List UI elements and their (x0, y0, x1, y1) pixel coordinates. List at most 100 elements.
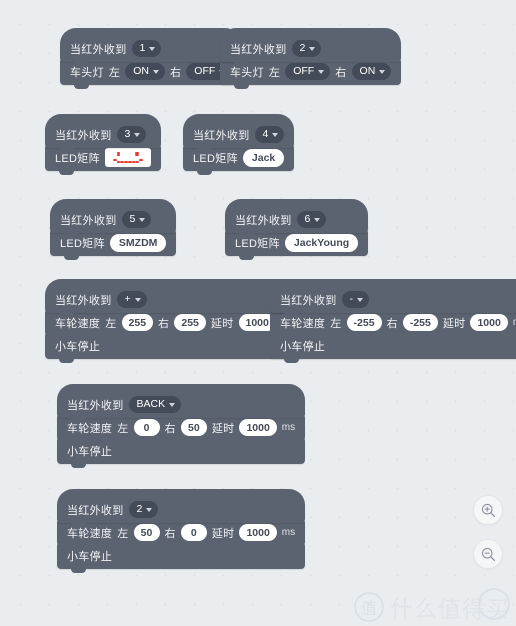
left-label: 左 (105, 317, 117, 330)
hat-block-when-ir-received[interactable]: 当红外收到 1 (60, 28, 242, 66)
zoom-in-button[interactable] (473, 495, 503, 525)
watermark-text: 什么值得买 (390, 596, 510, 622)
delay-input[interactable]: 1000 (239, 524, 277, 541)
hat-label: 当红外收到 (230, 43, 287, 56)
hat-label: 当红外收到 (55, 129, 112, 142)
right-label: 右 (164, 422, 176, 435)
hat-label: 当红外收到 (70, 43, 127, 56)
delay-label: 延时 (211, 527, 235, 540)
chevron-down-icon (139, 217, 146, 222)
script-stack-2[interactable]: 当红外收到 2 车头灯 左 OFF 右 ON (220, 28, 402, 89)
chevron-down-icon (357, 297, 363, 302)
left-speed-input[interactable]: 50 (133, 524, 160, 541)
delay-label: 延时 (210, 317, 234, 330)
right-label: 右 (169, 66, 182, 79)
ir-code-dropdown[interactable]: - (341, 291, 369, 308)
right-label: 右 (335, 66, 347, 79)
hat-label: 当红外收到 (60, 214, 117, 227)
ir-code-value: - (349, 293, 354, 306)
hat-block-when-ir-received[interactable]: 当红外收到 + (45, 279, 305, 317)
ir-code-dropdown[interactable]: 2 (128, 501, 159, 518)
ir-code-value: 4 (262, 128, 269, 141)
delay-label: 延时 (211, 422, 235, 435)
ir-code-value: 5 (129, 213, 136, 226)
car-stop-label: 小车停止 (55, 340, 101, 353)
hat-block-when-ir-received[interactable]: 当红外收到 6 (225, 199, 369, 237)
ir-code-value: 2 (299, 42, 306, 55)
script-stack-7[interactable]: 当红外收到 + 车轮速度 左 255 右 255 延时 1000 ms 小车停止 (45, 279, 305, 363)
script-stack-3[interactable]: 当红外收到 3 LED矩阵 (45, 114, 161, 175)
hat-block-when-ir-received[interactable]: 当红外收到 BACK (57, 384, 306, 422)
headlight-left-dropdown[interactable]: ON (125, 63, 165, 80)
car-stop-label: 小车停止 (280, 340, 326, 353)
led-matrix-text-input[interactable]: JackYoung (284, 233, 359, 252)
led-matrix-pattern[interactable] (104, 148, 151, 167)
zoom-out-icon (481, 547, 495, 561)
headlight-left-dropdown[interactable]: OFF (285, 63, 331, 80)
left-label: 左 (330, 317, 342, 330)
headlight-left-value: OFF (293, 65, 315, 78)
headlight-left-value: ON (133, 65, 149, 78)
hat-block-when-ir-received[interactable]: 当红外收到 2 (220, 28, 402, 66)
left-speed-input[interactable]: 255 (121, 314, 154, 331)
left-label: 左 (117, 422, 129, 435)
script-stack-9[interactable]: 当红外收到 BACK 车轮速度 左 0 右 50 延时 1000 ms 小车停止 (57, 384, 306, 468)
chevron-down-icon (149, 46, 156, 51)
chevron-down-icon (309, 46, 316, 51)
right-speed-input[interactable]: 0 (180, 524, 207, 541)
ms-unit-label: ms (281, 422, 296, 433)
headlight-right-value: ON (359, 65, 376, 78)
ir-code-dropdown[interactable]: + (116, 291, 147, 308)
car-stop-block[interactable]: 小车停止 (57, 437, 306, 468)
headlight-right-dropdown[interactable]: ON (351, 63, 392, 80)
ir-code-dropdown[interactable]: 3 (116, 126, 147, 143)
ir-code-dropdown[interactable]: 4 (254, 126, 285, 143)
headlight-label: 车头灯 (230, 66, 264, 79)
ir-code-dropdown[interactable]: BACK (128, 396, 182, 413)
left-speed-input[interactable]: 0 (133, 419, 160, 436)
hat-label: 当红外收到 (280, 294, 337, 307)
hat-block-when-ir-received[interactable]: 当红外收到 5 (50, 199, 177, 237)
chevron-down-icon (152, 69, 159, 74)
hat-block-when-ir-received[interactable]: 当红外收到 4 (183, 114, 295, 152)
watermark-logo: 值 (354, 592, 384, 622)
script-stack-4[interactable]: 当红外收到 4 LED矩阵 Jack (183, 114, 295, 175)
watermark: 值 什么值得买 (354, 588, 510, 624)
right-speed-input[interactable]: 50 (180, 419, 207, 436)
hat-block-when-ir-received[interactable]: 当红外收到 2 (57, 489, 306, 527)
zoom-out-button[interactable] (473, 539, 503, 569)
ms-unit-label: ms (281, 527, 296, 538)
chevron-down-icon (134, 132, 141, 137)
right-label: 右 (386, 317, 398, 330)
car-stop-label: 小车停止 (67, 445, 113, 458)
ir-code-value: + (124, 293, 131, 306)
script-stack-10[interactable]: 当红外收到 2 车轮速度 左 50 右 0 延时 1000 ms 小车停止 (57, 489, 306, 573)
script-stack-6[interactable]: 当红外收到 6 LED矩阵 JackYoung (225, 199, 369, 260)
right-label: 右 (158, 317, 170, 330)
left-label: 左 (108, 66, 121, 79)
left-label: 左 (117, 527, 129, 540)
ir-code-value: 6 (304, 213, 311, 226)
ir-code-dropdown[interactable]: 1 (131, 40, 162, 57)
led-matrix-text-input[interactable]: SMZDM (109, 233, 167, 252)
right-speed-input[interactable]: 255 (174, 314, 206, 331)
right-speed-input[interactable]: -255 (402, 314, 438, 331)
led-matrix-text-input[interactable]: Jack (242, 148, 285, 167)
car-stop-block[interactable]: 小车停止 (45, 332, 305, 363)
delay-input[interactable]: 1000 (470, 314, 508, 331)
ir-code-dropdown[interactable]: 6 (296, 211, 327, 228)
left-speed-input[interactable]: -255 (346, 314, 382, 331)
ir-code-dropdown[interactable]: 2 (291, 40, 322, 57)
delay-input[interactable]: 1000 (239, 419, 277, 436)
blocks-workspace[interactable]: 当红外收到 1 车头灯 左 ON 右 OFF 当红外收到 2 车头灯 左 OFF… (0, 0, 516, 626)
hat-block-when-ir-received[interactable]: 当红外收到 - (270, 279, 516, 317)
hat-block-when-ir-received[interactable]: 当红外收到 3 (45, 114, 161, 152)
car-stop-block[interactable]: 小车停止 (270, 332, 516, 363)
car-stop-block[interactable]: 小车停止 (57, 542, 306, 573)
ir-code-value: BACK (136, 398, 166, 411)
watermark-ring (478, 588, 510, 620)
script-stack-8[interactable]: 当红外收到 - 车轮速度 左 -255 右 -255 延时 1000 ms 小车… (270, 279, 516, 363)
script-stack-1[interactable]: 当红外收到 1 车头灯 左 ON 右 OFF (60, 28, 242, 89)
ir-code-dropdown[interactable]: 5 (121, 211, 152, 228)
script-stack-5[interactable]: 当红外收到 5 LED矩阵 SMZDM (50, 199, 177, 260)
